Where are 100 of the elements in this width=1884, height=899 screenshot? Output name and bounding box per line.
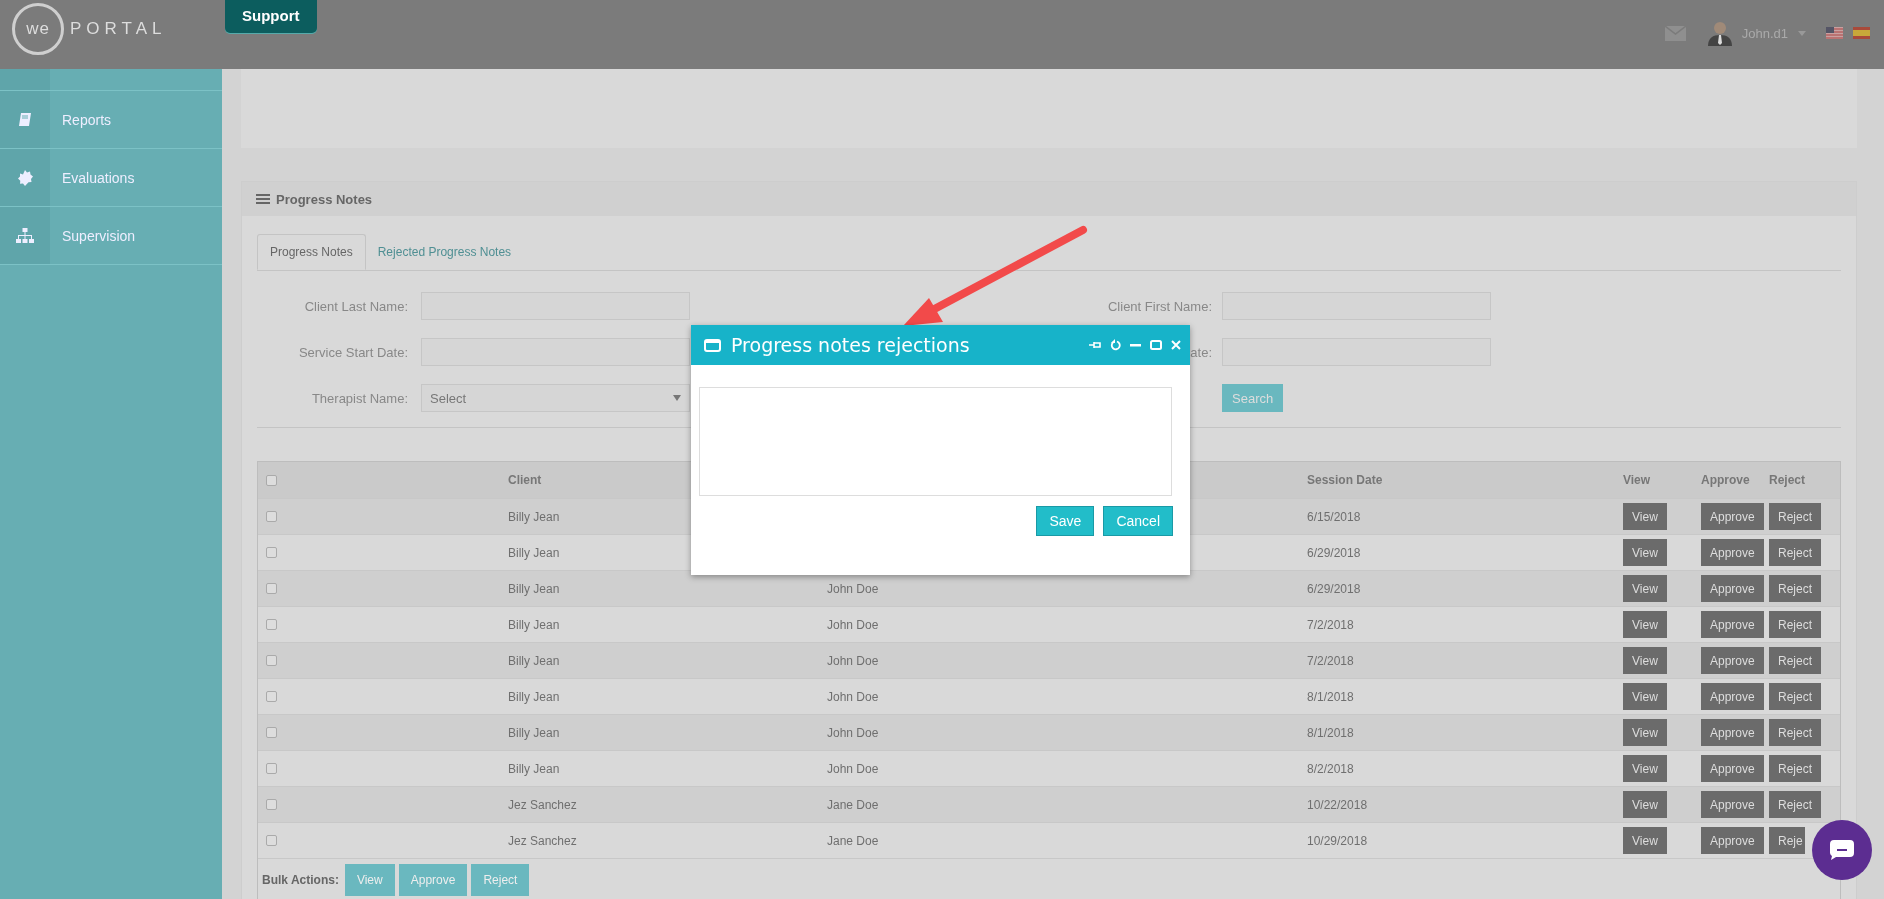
table-cell-text: 8/1/2018 [1307, 725, 1355, 740]
window-icon [704, 338, 721, 352]
table-cell-text: Billy Jean [508, 617, 561, 632]
table-cell-text: Billy Jean [508, 545, 561, 560]
approve-button[interactable]: Approve [1701, 611, 1764, 638]
table-cell-text: John Doe [827, 617, 880, 632]
checkbox[interactable] [266, 835, 277, 846]
approve-button[interactable]: Approve [1701, 791, 1764, 818]
checkbox[interactable] [266, 727, 277, 738]
cut-off-reject-button[interactable]: Reje [1769, 827, 1805, 854]
table-cell-text: Billy Jean [508, 689, 561, 704]
sidebar-item[interactable]: Supervision [0, 207, 222, 265]
view-button[interactable]: View [1623, 791, 1667, 818]
reject-button[interactable]: Reject [1769, 575, 1821, 602]
select-field[interactable]: Select [421, 384, 690, 412]
table-cell-text: 10/22/2018 [1307, 797, 1369, 812]
checkbox[interactable] [266, 474, 277, 486]
table-cell-text: 10/29/2018 [1307, 833, 1369, 848]
avatar-icon[interactable] [1707, 20, 1732, 46]
reject-button[interactable]: Reject [1769, 791, 1821, 818]
table-cell-text: 8/1/2018 [1307, 689, 1355, 704]
view-button[interactable]: View [1623, 755, 1667, 782]
spain-flag-icon[interactable] [1853, 27, 1870, 39]
table-cell-text: 8/2/2018 [1307, 761, 1355, 776]
checkbox[interactable] [266, 691, 277, 702]
column-header: Approve [1701, 473, 1751, 487]
sidebar-item[interactable]: Evaluations [0, 149, 222, 207]
refresh-icon[interactable] [1110, 339, 1121, 351]
table-cell-text: Billy Jean [508, 653, 561, 668]
table-cell-text: Jane Doe [827, 833, 880, 848]
approve-button[interactable]: Approve [1701, 683, 1764, 710]
table-cell-text: John Doe [827, 761, 880, 776]
table-cell-text: Jane Doe [827, 797, 880, 812]
view-button[interactable]: View [1623, 683, 1667, 710]
view-button[interactable]: View [1623, 503, 1667, 530]
checkbox[interactable] [266, 799, 277, 810]
view-button[interactable]: View [1623, 539, 1667, 566]
logo-text: PORTAL [70, 19, 167, 39]
close-icon[interactable] [1171, 340, 1181, 350]
checkbox[interactable] [266, 655, 277, 666]
bulk-actions-label: Bulk Actions: [262, 873, 339, 887]
approve-button[interactable]: Approve [1701, 647, 1764, 674]
minimize-icon[interactable] [1130, 343, 1141, 347]
chat-icon [1830, 840, 1854, 860]
reject-button[interactable]: Reject [1769, 755, 1821, 782]
checkbox[interactable] [266, 511, 277, 522]
table-cell-text: 7/2/2018 [1307, 653, 1355, 668]
table-cell-text: John Doe [827, 725, 880, 740]
approve-button[interactable]: Approve [1701, 503, 1764, 530]
column-header: Client [508, 473, 543, 487]
checkbox[interactable] [266, 583, 277, 594]
maximize-icon[interactable] [1150, 340, 1162, 350]
reject-button[interactable]: Reject [1769, 647, 1821, 674]
cancel-button[interactable]: Cancel [1103, 506, 1173, 536]
approve-button[interactable]: Approve [1701, 827, 1764, 854]
text-field[interactable] [421, 338, 690, 366]
filter-label: Therapist Name: [311, 390, 408, 406]
dialog-title: Progress notes rejections [731, 334, 970, 356]
reject-button[interactable]: Reject [1769, 611, 1821, 638]
view-button[interactable]: View [1623, 575, 1667, 602]
approve-button[interactable]: Approve [1701, 575, 1764, 602]
reject-button[interactable]: Reject [1769, 539, 1821, 566]
reject-button[interactable]: Reject [1769, 503, 1821, 530]
caret-icon [673, 395, 681, 401]
table-cell-text: Billy Jean [508, 509, 561, 524]
approve-button[interactable]: Approve [1701, 755, 1764, 782]
column-header: Reject [1769, 473, 1807, 487]
save-button[interactable]: Save [1036, 506, 1095, 536]
table-cell-text: 6/29/2018 [1307, 545, 1362, 560]
checkbox[interactable] [266, 547, 277, 558]
tab[interactable]: Rejected Progress Notes [365, 234, 524, 270]
column-header: View [1623, 473, 1652, 487]
filter-label: Service Start Date: [298, 344, 408, 360]
table-cell-text: Jez Sanchez [508, 833, 578, 848]
reject-button[interactable]: Reject [1769, 683, 1821, 710]
list-icon [256, 194, 270, 204]
table-cell-text: Billy Jean [508, 725, 561, 740]
view-button[interactable]: View [1623, 647, 1667, 674]
view-button[interactable]: View [1623, 719, 1667, 746]
caret-icon[interactable] [1798, 30, 1806, 36]
checkbox[interactable] [266, 763, 277, 774]
approve-button[interactable]: Approve [1701, 539, 1764, 566]
table-cell-text: Jez Sanchez [508, 797, 578, 812]
view-button[interactable]: View [1623, 827, 1667, 854]
pin-icon[interactable] [1089, 340, 1101, 350]
tab[interactable]: Progress Notes [257, 234, 366, 270]
table-cell-text: John Doe [827, 653, 880, 668]
table-cell-text: John Doe [827, 581, 880, 596]
reject-button[interactable]: Reject [1769, 719, 1821, 746]
view-button[interactable]: View [1623, 611, 1667, 638]
checkbox[interactable] [266, 619, 277, 630]
sidebar-item[interactable]: Reports [0, 91, 222, 149]
table-cell-text: Billy Jean [508, 761, 561, 776]
column-header: Session Date [1307, 473, 1384, 487]
table-cell-text: John Doe [827, 689, 880, 704]
support-tab[interactable]: Support [225, 0, 317, 33]
text-area[interactable] [699, 387, 1172, 496]
table-cell-text: 7/2/2018 [1307, 617, 1355, 632]
us-flag-icon[interactable] [1826, 27, 1843, 39]
approve-button[interactable]: Approve [1701, 719, 1764, 746]
